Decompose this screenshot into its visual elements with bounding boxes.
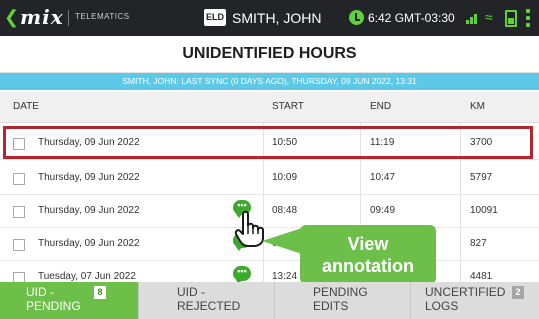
driver-name[interactable]: SMITH, JOHN xyxy=(232,9,321,27)
row-checkbox[interactable] xyxy=(13,206,25,218)
row-end: 10:47 xyxy=(370,172,396,183)
column-header-km[interactable]: KM xyxy=(470,92,485,122)
view-annotation-callout: View annotation xyxy=(300,225,436,284)
tab-label-line2: REJECTED xyxy=(177,299,241,313)
row-start: 10:09 xyxy=(272,172,298,183)
column-header-date[interactable]: DATE xyxy=(13,92,39,122)
callout-line-1: View xyxy=(347,234,389,254)
sync-status-bar: SMITH, JOHN: LAST SYNC (0 DAYS AGO), THU… xyxy=(0,73,539,90)
tab-label-line1: UID - xyxy=(177,285,205,299)
eld-badge: ELD xyxy=(204,9,226,26)
row-km: 827 xyxy=(470,238,487,249)
table-row[interactable]: Thursday, 09 Jun 2022 10:09 10:47 5797 xyxy=(0,162,539,195)
row-km: 5797 xyxy=(470,172,493,183)
bottom-tab-bar: UID - PENDING 8 UID - REJECTED PENDING E… xyxy=(0,282,539,319)
row-date: Thursday, 09 Jun 2022 xyxy=(38,172,140,183)
selected-row-highlight xyxy=(3,126,533,159)
row-date: Thursday, 09 Jun 2022 xyxy=(38,205,140,216)
row-end: 09:49 xyxy=(370,205,396,216)
tab-uid-rejected[interactable]: UID - REJECTED xyxy=(138,282,274,319)
mix-logo: mix xyxy=(20,5,64,29)
row-checkbox[interactable] xyxy=(13,173,25,185)
table-header: DATE START END KM xyxy=(0,92,539,123)
row-checkbox[interactable] xyxy=(13,239,25,251)
tab-count-badge: 8 xyxy=(94,286,106,299)
clock-icon xyxy=(349,10,364,25)
tab-label-line2: LOGS xyxy=(425,299,459,313)
row-date: Thursday, 09 Jun 2022 xyxy=(38,238,140,249)
tab-label-line2: PENDING xyxy=(26,299,81,313)
tab-label-line2: EDITS xyxy=(313,299,349,313)
cellular-signal-icon xyxy=(466,12,480,24)
battery-icon xyxy=(505,10,517,27)
page-title: UNIDENTIFIED HOURS xyxy=(0,36,539,73)
callout-pointer xyxy=(262,228,302,254)
tab-uncertified-logs[interactable]: UNCERTIFIED LOGS 2 xyxy=(410,282,539,319)
wifi-icon: ≈ xyxy=(485,9,493,25)
overflow-menu-icon[interactable] xyxy=(526,9,530,27)
callout-line-2: annotation xyxy=(322,256,414,276)
tab-label-line1: PENDING xyxy=(313,285,368,299)
row-start: 08:48 xyxy=(272,205,298,216)
top-app-bar: ❮ mix TELEMATICS ELD SMITH, JOHN 6:42 GM… xyxy=(0,0,539,36)
tab-count-badge: 2 xyxy=(512,286,524,299)
column-header-start[interactable]: START xyxy=(272,92,304,122)
table-row[interactable]: Thursday, 09 Jun 2022 08:48 09:49 10091 xyxy=(0,195,539,228)
tab-pending-edits[interactable]: PENDING EDITS xyxy=(274,282,410,319)
back-chevron-icon[interactable]: ❮ xyxy=(4,7,19,27)
logo-subtitle: TELEMATICS xyxy=(75,12,130,21)
logo-divider xyxy=(68,10,69,26)
column-header-end[interactable]: END xyxy=(370,92,391,122)
tab-uid-pending[interactable]: UID - PENDING 8 xyxy=(0,282,138,319)
tab-label-line1: UID - xyxy=(26,285,54,299)
row-km: 10091 xyxy=(470,205,498,216)
annotation-bubble-icon[interactable]: ••• xyxy=(233,266,251,284)
current-time: 6:42 GMT-03:30 xyxy=(368,11,455,25)
